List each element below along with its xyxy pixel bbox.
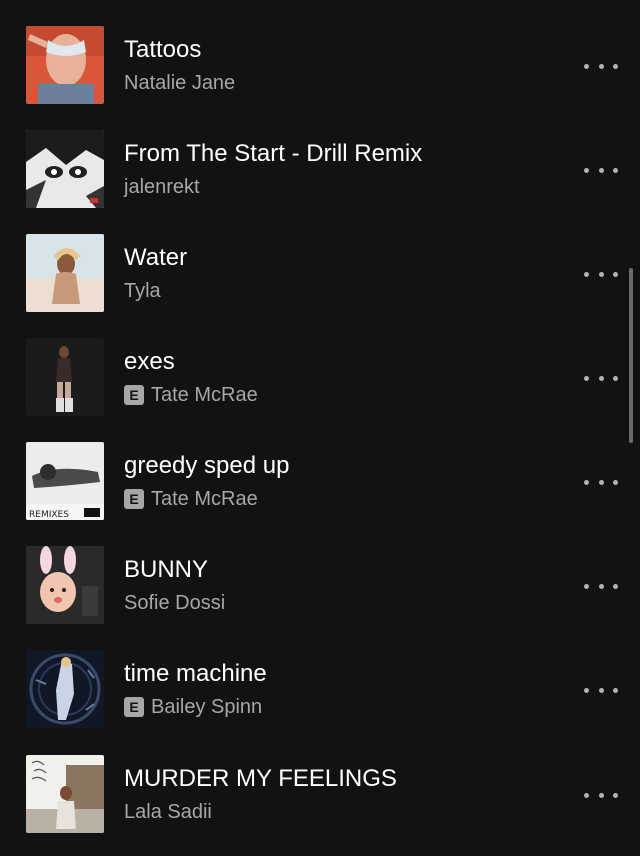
track-row[interactable]: BUNNY Sofie Dossi <box>0 546 640 650</box>
scrollbar-thumb[interactable] <box>629 268 633 443</box>
track-title: greedy sped up <box>124 452 290 479</box>
track-title: time machine <box>124 660 267 687</box>
album-cover-icon <box>26 755 104 833</box>
explicit-badge-icon: E <box>124 697 144 717</box>
album-cover-icon <box>26 338 104 416</box>
album-cover-icon: REMIXES <box>26 442 104 520</box>
album-cover-icon <box>26 234 104 312</box>
track-title: From The Start - Drill Remix <box>124 140 423 167</box>
track-artist-line: jalenrekt <box>124 174 200 200</box>
track-row[interactable]: exes E Tate McRae <box>0 338 640 442</box>
track-row[interactable]: time machine E Bailey Spinn <box>0 650 640 754</box>
cover-text: REMIXES <box>29 510 69 520</box>
album-cover-icon <box>26 546 104 624</box>
track-artist-line: Sofie Dossi <box>124 590 225 616</box>
more-options-icon[interactable] <box>584 264 618 284</box>
track-row[interactable]: MURDER MY FEELINGS Lala Sadii <box>0 755 640 856</box>
album-cover-icon <box>26 130 104 208</box>
album-cover-icon <box>26 26 104 104</box>
album-cover-icon <box>26 650 104 728</box>
track-artist: Sofie Dossi <box>124 592 226 614</box>
track-title: Water <box>124 244 188 271</box>
more-options-icon[interactable] <box>584 472 618 492</box>
track-row[interactable]: From The Start - Drill Remix jalenrekt <box>0 130 640 234</box>
track-list: Tattoos Natalie Jane From The Start - Dr… <box>0 0 640 856</box>
more-options-icon[interactable] <box>584 576 618 596</box>
explicit-badge-icon: E <box>124 385 144 405</box>
more-options-icon[interactable] <box>584 368 618 388</box>
more-options-icon[interactable] <box>584 56 618 76</box>
track-artist: Natalie Jane <box>124 72 236 94</box>
track-artist-line: E Tate McRae <box>124 382 258 408</box>
explicit-badge-icon: E <box>124 489 144 509</box>
track-artist: Tate McRae <box>151 384 258 406</box>
track-artist-line: E Bailey Spinn <box>124 694 262 720</box>
track-artist-line: E Tate McRae <box>124 486 258 512</box>
track-row[interactable]: Water Tyla <box>0 234 640 338</box>
track-artist-line: Tyla <box>124 278 161 304</box>
track-artist: Bailey Spinn <box>151 696 263 718</box>
more-options-icon[interactable] <box>584 680 618 700</box>
track-title: MURDER MY FEELINGS <box>124 765 397 792</box>
track-artist: jalenrekt <box>124 176 200 198</box>
track-artist-line: Lala Sadii <box>124 799 212 825</box>
more-options-icon[interactable] <box>584 785 618 805</box>
track-title: BUNNY <box>124 556 209 583</box>
more-options-icon[interactable] <box>584 160 618 180</box>
track-artist: Lala Sadii <box>124 801 212 823</box>
track-title: Tattoos <box>124 36 202 63</box>
track-row[interactable]: REMIXES greedy sped up E Tate McRae <box>0 442 640 546</box>
track-artist: Tyla <box>124 280 161 302</box>
track-row[interactable]: Tattoos Natalie Jane <box>0 26 640 130</box>
track-artist: Tate McRae <box>151 488 258 510</box>
track-title: exes <box>124 348 175 375</box>
track-artist-line: Natalie Jane <box>124 70 235 96</box>
